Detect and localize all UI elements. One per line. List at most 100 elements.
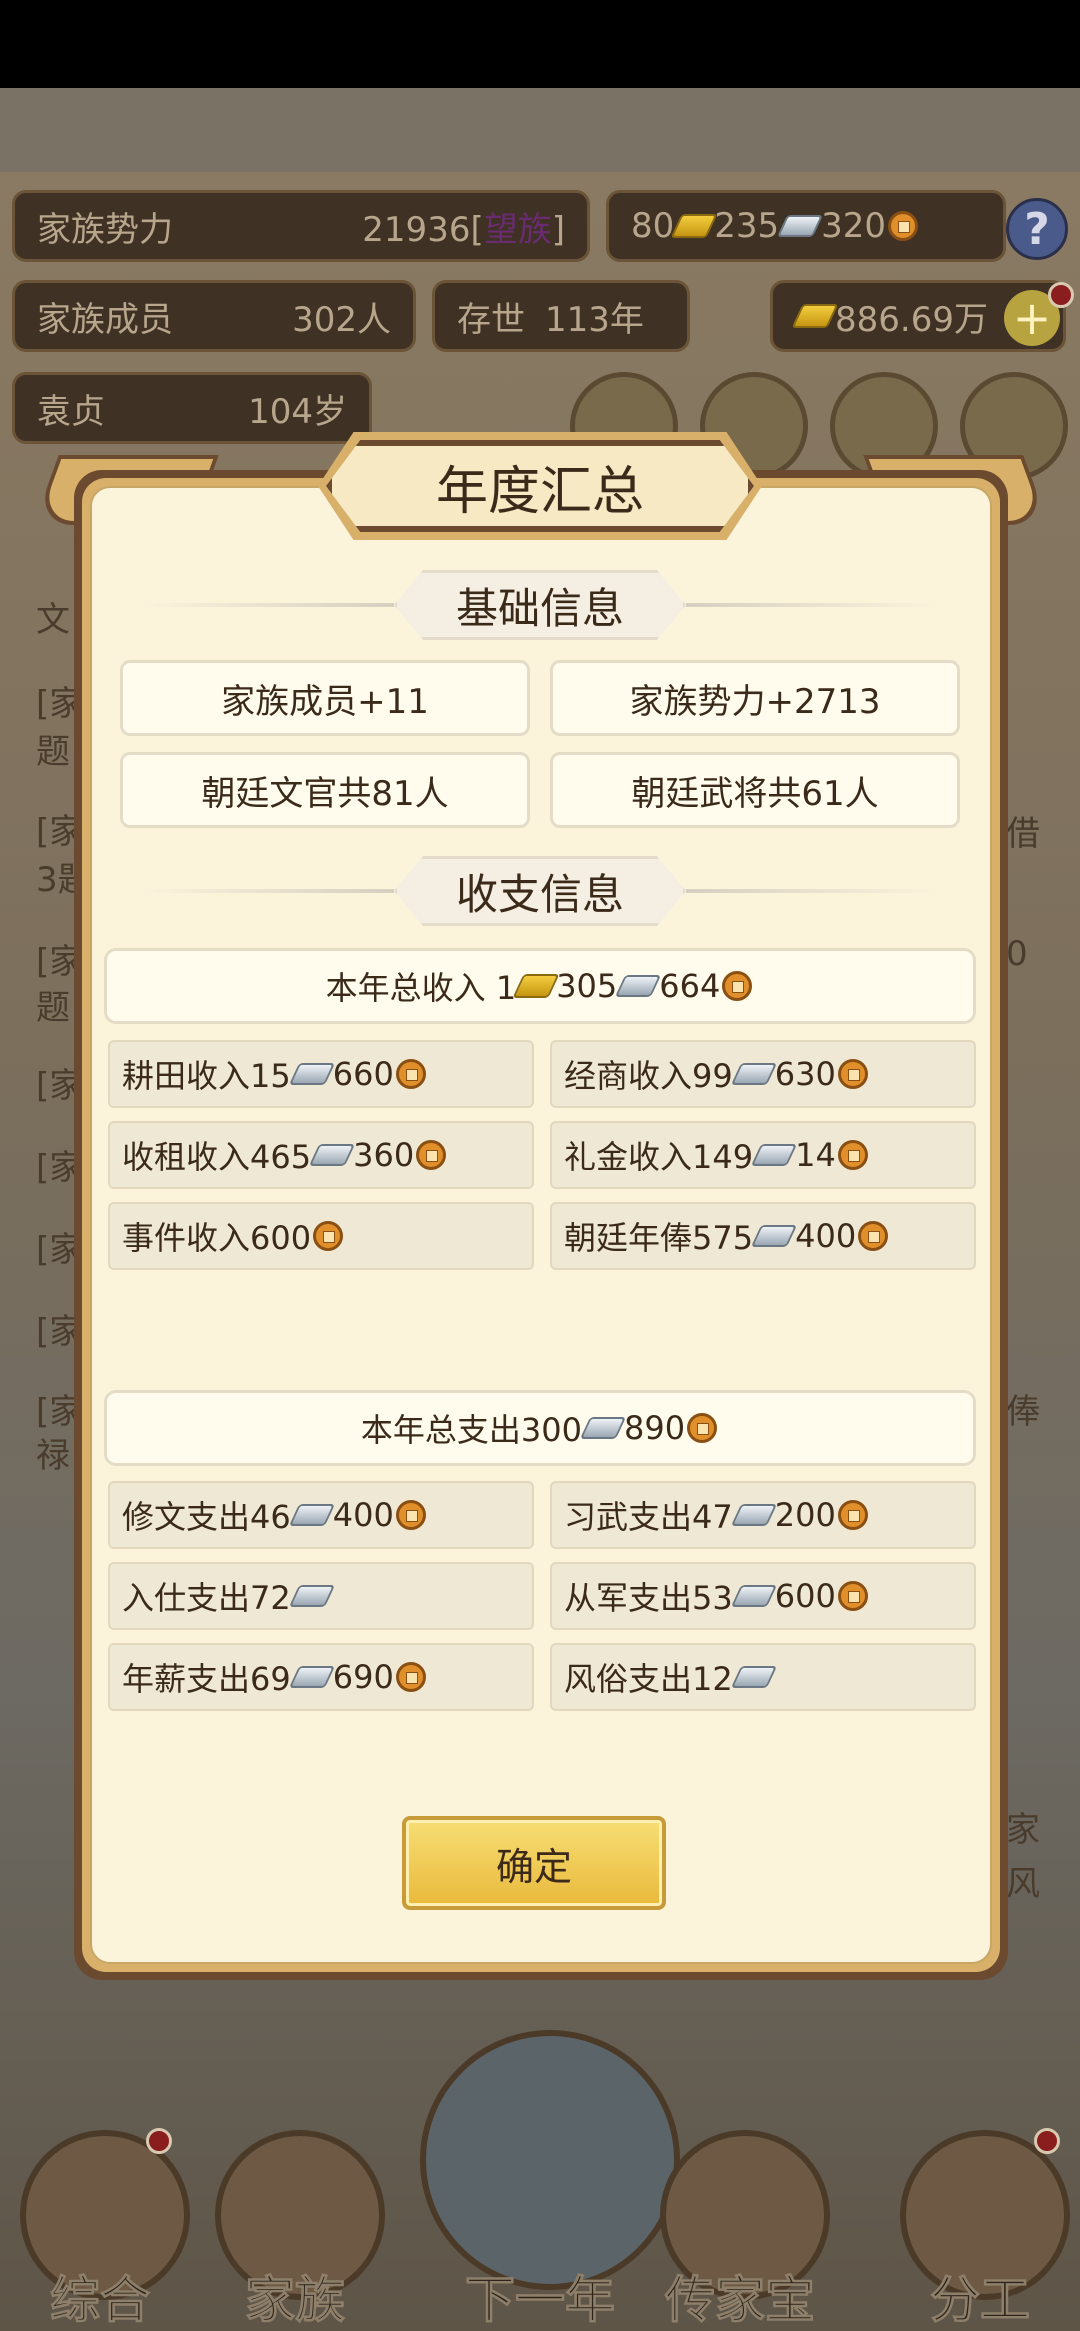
bg-right-char: 家 [1006, 1810, 1040, 1850]
item-label: 经商收入99 [564, 1057, 733, 1095]
item-label: 收租收入465 [122, 1138, 312, 1176]
total-expense-row: 本年总支出300 890 [104, 1390, 976, 1466]
status-bar [0, 0, 1080, 88]
notification-dot [146, 2128, 172, 2154]
silver-ingot-icon [288, 1585, 335, 1607]
clan-power-pill: 家族势力 21936[望族] [12, 190, 590, 262]
person-pill: 袁贞 104岁 [12, 372, 372, 444]
copper-coin-icon [837, 1500, 868, 1530]
total-income-copper: 664 [659, 967, 721, 1005]
bg-right-char: 俸 [1006, 1392, 1040, 1432]
silver-ingot-icon [750, 1144, 798, 1166]
bg-right-char: 0 [1006, 934, 1028, 974]
silver-ingot-icon [777, 215, 824, 237]
gold-ingot-icon [670, 214, 718, 238]
notification-dot [1048, 282, 1074, 308]
silver-ingot-icon [308, 1144, 356, 1166]
copper-coin-icon [837, 1581, 868, 1611]
income-rent: 收租收入465 360 [108, 1121, 534, 1189]
income-court-salary: 朝廷年俸575 400 [550, 1202, 976, 1270]
income-events: 事件收入600 [108, 1202, 534, 1270]
nav-label: 分工 [930, 2271, 1031, 2330]
item-label: 从军支出53 [564, 1579, 733, 1617]
basic-info-header: 基础信息 [144, 570, 936, 640]
members-value: 302人 [292, 299, 391, 340]
copper-count: 320 [821, 206, 887, 246]
item-label: 礼金收入149 [564, 1138, 754, 1176]
silver-count: 235 [714, 206, 780, 246]
clan-power-rank-open: [ [470, 209, 484, 250]
finance-info-header: 收支信息 [144, 856, 936, 926]
silver-ingot-icon [730, 1063, 777, 1085]
total-expense-copper: 890 [624, 1409, 686, 1447]
item-label: 年薪支出69 [122, 1660, 291, 1698]
silver-ingot-icon [730, 1666, 777, 1688]
members-pill: 家族成员 302人 [12, 280, 416, 352]
total-income-silver: 305 [556, 967, 618, 1005]
clan-power-rank: 望族 [483, 209, 552, 250]
expense-military: 从军支出53 600 [550, 1562, 976, 1630]
silver-ingot-icon [750, 1225, 798, 1247]
item-copper: 360 [353, 1136, 415, 1174]
expense-customs: 风俗支出12 [550, 1643, 976, 1711]
item-label: 修文支出46 [122, 1498, 291, 1536]
silver-ingot-icon [730, 1585, 777, 1607]
copper-coin-icon [888, 211, 919, 241]
nav-label: 传家宝 [665, 2271, 816, 2330]
currency-pill: 80 235 320 [606, 190, 1006, 262]
person-age: 104岁 [248, 391, 347, 432]
gold-ingot-icon [791, 304, 839, 328]
nav-clan[interactable]: 家族 [195, 2090, 395, 2331]
section-title: 收支信息 [394, 856, 686, 926]
clan-power-label: 家族势力 [37, 209, 173, 250]
income-farming: 耕田收入15 660 [108, 1040, 534, 1108]
copper-coin-icon [395, 1500, 426, 1530]
nav-comprehensive[interactable]: 综合 [0, 2090, 200, 2331]
copper-coin-icon [416, 1140, 447, 1170]
silver-ingot-icon [288, 1666, 335, 1688]
stat-power-gain: 家族势力+2713 [550, 660, 960, 736]
bg-log-line: 禄 [36, 1436, 70, 1476]
item-label: 习武支出47 [564, 1498, 733, 1536]
clan-power-value: 21936[望族] [362, 202, 565, 251]
nav-next-year[interactable]: 下一年 [420, 2030, 680, 2331]
stat-civil-officials: 朝廷文官共81人 [120, 752, 530, 828]
item-copper: 400 [795, 1217, 857, 1255]
expense-literary: 修文支出46 400 [108, 1481, 534, 1549]
stat-military-generals: 朝廷武将共61人 [550, 752, 960, 828]
existence-value: 113年 [545, 299, 644, 340]
expense-officialdom: 入仕支出72 [108, 1562, 534, 1630]
copper-coin-icon [858, 1221, 889, 1251]
nav-division[interactable]: 分工 [880, 2090, 1080, 2331]
item-label: 风俗支出12 [564, 1660, 733, 1698]
bg-log-line: 文 [36, 600, 70, 640]
bg-log-line: 题 [36, 988, 70, 1028]
item-copper: 400 [332, 1496, 394, 1534]
clan-power-rank-close: ] [551, 209, 565, 250]
copper-coin-icon [395, 1059, 426, 1089]
stat-members-gain: 家族成员+11 [120, 660, 530, 736]
nav-heirloom[interactable]: 传家宝 [640, 2090, 840, 2331]
copper-coin-icon [837, 1140, 868, 1170]
silver-ingot-icon [579, 1417, 627, 1439]
gold-count: 80 [631, 206, 675, 246]
nav-label: 下一年 [465, 2271, 616, 2330]
item-label: 朝廷年俸575 [564, 1219, 754, 1257]
help-icon[interactable]: ? [1006, 198, 1068, 260]
item-copper: 630 [774, 1055, 836, 1093]
expense-martial: 习武支出47 200 [550, 1481, 976, 1549]
expense-annual-salary: 年薪支出69 690 [108, 1643, 534, 1711]
top-strip [0, 88, 1080, 172]
item-label: 耕田收入15 [122, 1057, 291, 1095]
divider-line [144, 603, 394, 607]
confirm-button[interactable]: 确定 [402, 1816, 666, 1910]
income-trade: 经商收入99 630 [550, 1040, 976, 1108]
copper-coin-icon [722, 971, 753, 1001]
item-label: 事件收入600 [122, 1219, 312, 1257]
nav-label: 综合 [50, 2271, 151, 2330]
divider-line [144, 889, 394, 893]
copper-coin-icon [837, 1059, 868, 1089]
bg-log-line: 题 [36, 732, 70, 772]
item-copper: 200 [774, 1496, 836, 1534]
section-title: 基础信息 [394, 570, 686, 640]
